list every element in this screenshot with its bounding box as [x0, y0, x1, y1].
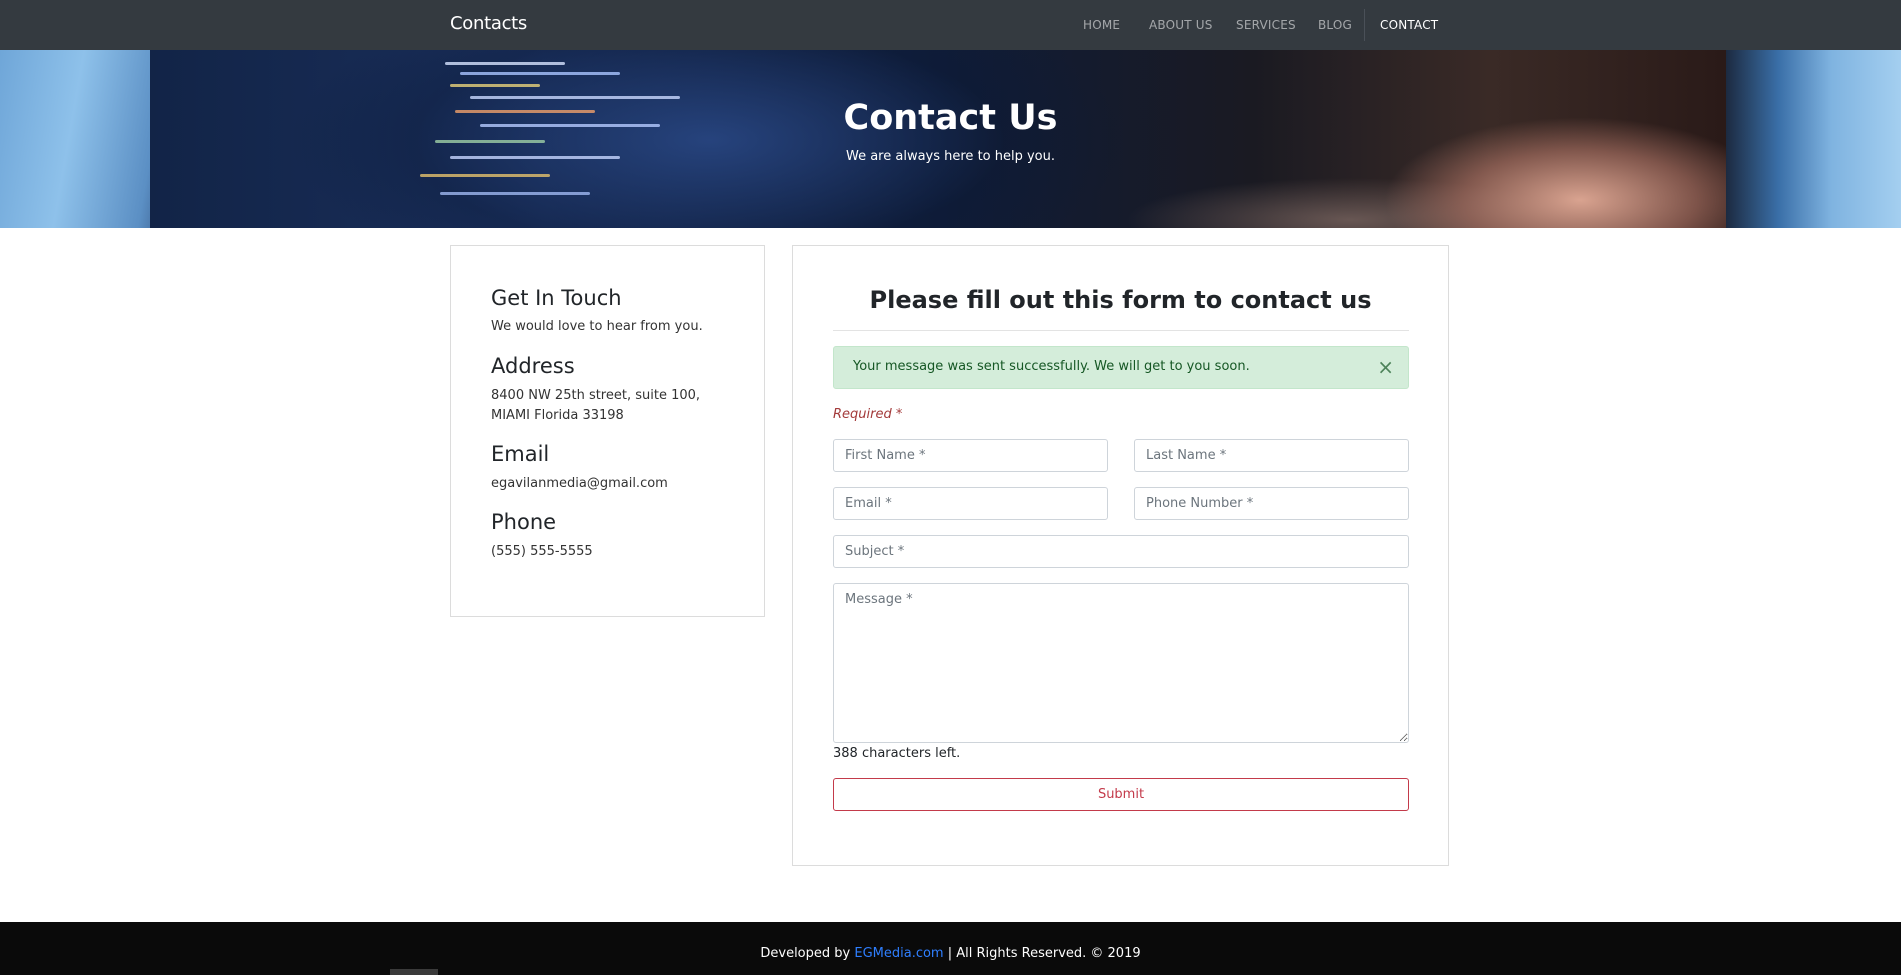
nav-services[interactable]: SERVICES: [1236, 18, 1296, 32]
contact-info-card: Get In Touch We would love to hear from …: [450, 245, 765, 617]
character-counter: 388 characters left.: [833, 746, 961, 761]
page-subtitle: We are always here to help you.: [845, 149, 1055, 164]
nav-contact[interactable]: CONTACT: [1380, 18, 1438, 32]
hero-banner: Contact Us We are always here to help yo…: [0, 50, 1901, 228]
footer-link[interactable]: EGMedia.com: [854, 946, 943, 961]
close-icon[interactable]: ×: [1377, 355, 1394, 379]
nav-blog[interactable]: BLOG: [1318, 18, 1352, 32]
nav-divider: [1364, 9, 1365, 41]
nav-about-us[interactable]: ABOUT US: [1149, 18, 1213, 32]
phone-heading: Phone: [491, 510, 557, 534]
address-line-2: MIAMI Florida 33198: [491, 408, 624, 423]
message-textarea[interactable]: [833, 583, 1409, 743]
contact-form-card: Please fill out this form to contact us …: [792, 245, 1449, 866]
footer-suffix: | All Rights Reserved. © 2019: [943, 946, 1141, 961]
get-in-touch-heading: Get In Touch: [491, 286, 622, 310]
email-input[interactable]: [833, 487, 1108, 520]
brand[interactable]: Contacts: [450, 13, 527, 34]
footer-prefix: Developed by: [760, 946, 855, 961]
nav-home[interactable]: HOME: [1083, 18, 1120, 32]
hero-image: [150, 50, 1726, 228]
address-line-1: 8400 NW 25th street, suite 100,: [491, 388, 701, 403]
page-title: Contact Us: [843, 98, 1058, 138]
form-title: Please fill out this form to contact us: [869, 286, 1372, 314]
phone-value: (555) 555-5555: [491, 544, 593, 559]
address-heading: Address: [491, 354, 575, 378]
hero-image-right: [1726, 50, 1901, 228]
alert-message: Your message was sent successfully. We w…: [853, 359, 1250, 374]
navbar: Contacts HOME ABOUT US SERVICES BLOG CON…: [0, 0, 1901, 50]
footer-tab: [390, 969, 438, 975]
divider: [833, 330, 1409, 331]
required-note: Required *: [833, 407, 903, 422]
phone-input[interactable]: [1134, 487, 1409, 520]
get-in-touch-text: We would love to hear from you.: [491, 319, 703, 334]
submit-button[interactable]: Submit: [833, 778, 1409, 811]
email-value: egavilanmedia@gmail.com: [491, 476, 668, 491]
email-heading: Email: [491, 442, 550, 466]
last-name-input[interactable]: [1134, 439, 1409, 472]
footer: Developed by EGMedia.com | All Rights Re…: [0, 922, 1901, 975]
footer-text: Developed by EGMedia.com | All Rights Re…: [0, 946, 1901, 961]
success-alert: Your message was sent successfully. We w…: [833, 346, 1409, 389]
subject-input[interactable]: [833, 535, 1409, 568]
first-name-input[interactable]: [833, 439, 1108, 472]
